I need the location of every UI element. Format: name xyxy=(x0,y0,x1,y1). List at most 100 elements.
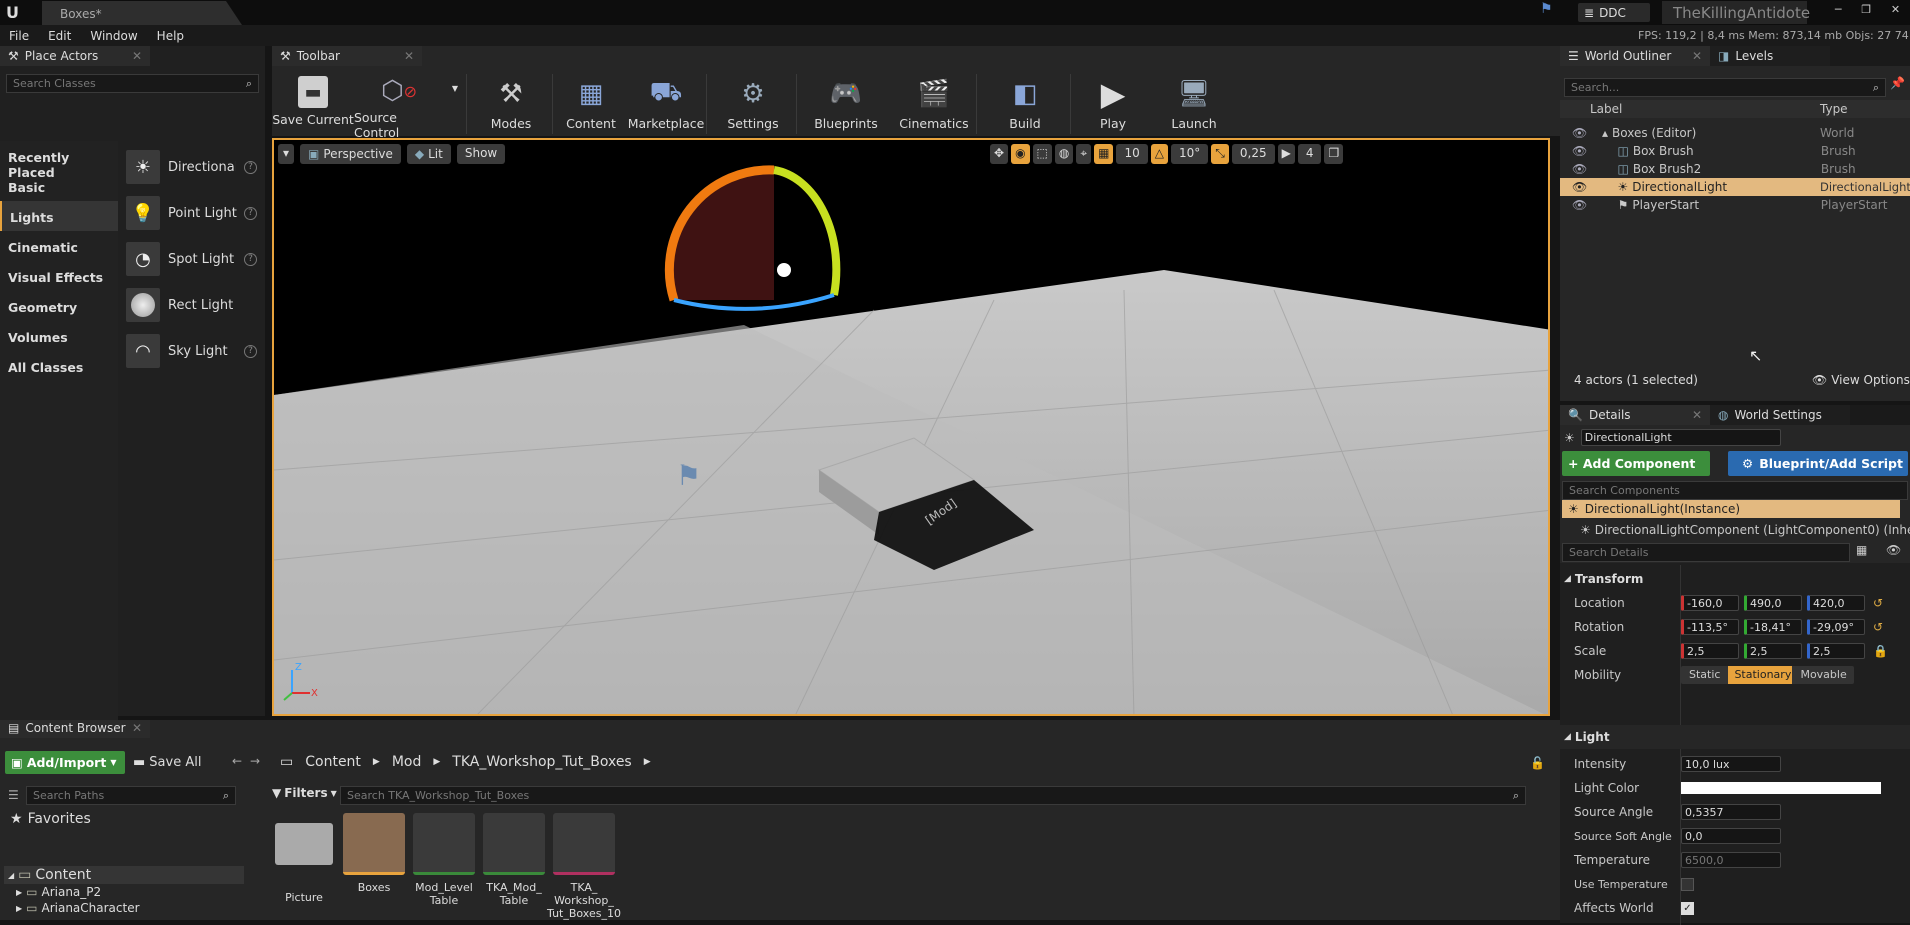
rotation-z-input[interactable]: -29,09° xyxy=(1807,619,1865,635)
surface-snap-icon[interactable]: ⌖ xyxy=(1076,144,1092,164)
asset-tka-workshop-tut-boxes[interactable]: TKA_ Workshop_ Tut_Boxes_10 xyxy=(547,813,621,920)
save-all-button[interactable]: ▬ Save All xyxy=(133,751,201,774)
maximize-icon[interactable]: ❐ xyxy=(1861,3,1871,16)
component-row[interactable]: ☀ DirectionalLightComponent (LightCompone… xyxy=(1580,521,1910,539)
lock-icon[interactable]: 🔒 xyxy=(1873,644,1888,658)
minimize-icon[interactable]: ─ xyxy=(1835,3,1842,16)
affects-world-checkbox[interactable]: ✓ xyxy=(1681,901,1694,915)
lock-icon[interactable]: 🔓 xyxy=(1530,756,1545,770)
actor-rect-light[interactable]: Rect Light xyxy=(118,282,265,328)
help-icon[interactable]: ? xyxy=(244,160,257,174)
launch-button[interactable]: 🖥 Launch xyxy=(1152,46,1236,136)
category-recently-placed[interactable]: Recently Placed xyxy=(0,141,118,180)
location-x-input[interactable]: -160,0 xyxy=(1681,595,1739,611)
search-paths-input[interactable]: Search Paths ⌕ xyxy=(26,786,236,805)
mobility-stationary[interactable]: Stationary xyxy=(1728,666,1793,684)
reset-icon[interactable]: ↺ xyxy=(1873,620,1883,634)
breadcrumb-content[interactable]: Content xyxy=(305,754,361,770)
actor-spot-light[interactable]: ◔ Spot Light? xyxy=(118,236,265,282)
blueprints-button[interactable]: 🎮 Blueprints xyxy=(800,46,892,136)
scale-z-input[interactable]: 2,5 xyxy=(1807,643,1865,659)
forward-icon[interactable]: → xyxy=(250,754,260,768)
scale-x-input[interactable]: 2,5 xyxy=(1681,643,1739,659)
details-tab[interactable]: 🔍 Details ✕ xyxy=(1560,405,1710,425)
translate-icon[interactable]: ✥ xyxy=(990,144,1009,164)
camera-speed-icon[interactable]: ▶ xyxy=(1277,144,1295,164)
table-row[interactable]: 👁 ◫ Box Brush Brush xyxy=(1560,142,1910,160)
favorites-section[interactable]: ★ Favorites xyxy=(10,811,91,827)
view-options-button[interactable]: 👁 View Options xyxy=(1812,373,1910,387)
document-tab[interactable]: Boxes* xyxy=(42,1,242,25)
eye-icon[interactable]: 👁 xyxy=(1886,543,1901,557)
source-control-button[interactable]: ⬡ ⊘ Source Control xyxy=(354,46,444,140)
sun-icon[interactable] xyxy=(777,263,791,277)
breadcrumb-mod[interactable]: Mod xyxy=(392,754,422,770)
search-classes-input[interactable]: Search Classes ⌕ xyxy=(6,74,259,93)
world-settings-tab[interactable]: ◍ World Settings xyxy=(1710,405,1850,425)
grid-size-value[interactable]: 10 xyxy=(1116,144,1148,164)
blueprint-add-script-button[interactable]: ⚙ Blueprint/Add Script xyxy=(1728,451,1908,476)
levels-tab[interactable]: ◨ Levels xyxy=(1710,46,1830,66)
ddc-button[interactable]: ≣ DDC xyxy=(1578,3,1650,22)
perspective-button[interactable]: ▣ Perspective xyxy=(300,144,401,164)
reset-icon[interactable]: ↺ xyxy=(1873,596,1883,610)
settings-button[interactable]: ⚙ Settings xyxy=(710,46,796,136)
eye-icon[interactable]: 👁 xyxy=(1572,180,1617,194)
asset-picture-folder[interactable]: Picture xyxy=(272,813,336,904)
light-color-swatch[interactable] xyxy=(1681,782,1881,794)
grid-view-icon[interactable]: ▦ xyxy=(1856,543,1867,557)
maximize-viewport-icon[interactable]: ❐ xyxy=(1324,144,1344,164)
tree-item-ariana-character[interactable]: ▶ ▭ ArianaCharacter xyxy=(4,900,244,916)
mobility-movable[interactable]: Movable xyxy=(1792,666,1854,684)
camera-speed-value[interactable]: 4 xyxy=(1297,144,1322,164)
help-icon[interactable]: ? xyxy=(244,344,257,358)
category-geometry[interactable]: Geometry xyxy=(0,291,118,321)
source-control-dropdown[interactable]: ▼ xyxy=(444,46,466,136)
asset-boxes-level[interactable]: Boxes xyxy=(342,813,406,894)
eye-icon[interactable]: 👁 xyxy=(1572,144,1618,158)
column-type[interactable]: Type xyxy=(1820,102,1890,116)
modes-button[interactable]: ⚒ Modes xyxy=(470,46,552,136)
table-row[interactable]: 👁 ▴ Boxes (Editor) World xyxy=(1560,124,1910,142)
eye-icon[interactable]: 👁 xyxy=(1572,162,1618,176)
eye-icon[interactable]: 👁 xyxy=(1572,126,1602,140)
breadcrumb-workshop[interactable]: TKA_Workshop_Tut_Boxes xyxy=(452,754,631,770)
rotation-snap-icon[interactable]: △ xyxy=(1150,144,1168,164)
menu-file[interactable]: File xyxy=(0,25,39,46)
show-button[interactable]: Show xyxy=(456,144,506,164)
temperature-input[interactable]: 6500,0 xyxy=(1681,852,1781,868)
grid-snap-icon[interactable]: ▦ xyxy=(1094,144,1114,164)
source-soft-angle-input[interactable]: 0,0 xyxy=(1681,828,1781,844)
mobility-static[interactable]: Static xyxy=(1681,666,1728,684)
actor-sky-light[interactable]: ◠ Sky Light? xyxy=(118,328,265,374)
source-angle-input[interactable]: 0,5357 xyxy=(1681,804,1781,820)
scale-snap-icon[interactable]: ⤡ xyxy=(1211,144,1229,164)
scale-snap-value[interactable]: 0,25 xyxy=(1231,144,1275,164)
tab-close-icon[interactable]: ✕ xyxy=(132,49,142,63)
search-assets-input[interactable]: Search TKA_Workshop_Tut_Boxes ⌕ xyxy=(340,786,1526,805)
search-components-input[interactable]: Search Components xyxy=(1562,481,1908,500)
menu-window[interactable]: Window xyxy=(81,25,147,46)
tab-close-icon[interactable]: ✕ xyxy=(1692,49,1702,63)
category-visual-effects[interactable]: Visual Effects xyxy=(0,261,118,291)
world-outliner-tab[interactable]: ☰ World Outliner ✕ xyxy=(1560,46,1710,66)
tree-item-content[interactable]: ◢ ▭ Content xyxy=(4,866,244,884)
back-icon[interactable]: ← xyxy=(232,754,242,768)
world-icon[interactable]: ◍ xyxy=(1054,144,1074,164)
location-z-input[interactable]: 420,0 xyxy=(1807,595,1865,611)
tree-item-ariana-p2[interactable]: ▶ ▭ Ariana_P2 xyxy=(4,884,244,900)
pin-icon[interactable]: 📌 xyxy=(1890,76,1905,90)
tab-close-icon[interactable]: ✕ xyxy=(132,721,142,735)
flag-icon[interactable]: ⚑ xyxy=(1540,1,1560,21)
asset-mod-level-table[interactable]: Mod_Level Table xyxy=(412,813,476,907)
table-row-selected[interactable]: 👁 ☀ DirectionalLight DirectionalLight xyxy=(1560,178,1910,196)
table-row[interactable]: 👁 ◫ Box Brush2 Brush xyxy=(1560,160,1910,178)
marketplace-button[interactable]: ⛟ Marketplace xyxy=(626,46,706,136)
cinematics-button[interactable]: 🎬 Cinematics xyxy=(892,46,976,136)
play-button[interactable]: ▶ Play xyxy=(1074,46,1152,136)
content-button[interactable]: ▦ Content xyxy=(556,46,626,136)
level-viewport[interactable]: ⚑ [Mod] Z X ▾ ▣ Perspective ◆ Lit Show ✥ ◉… xyxy=(272,138,1550,716)
help-icon[interactable]: ? xyxy=(244,206,257,220)
rotate-icon[interactable]: ◉ xyxy=(1011,144,1030,164)
use-temperature-checkbox[interactable] xyxy=(1681,877,1694,891)
